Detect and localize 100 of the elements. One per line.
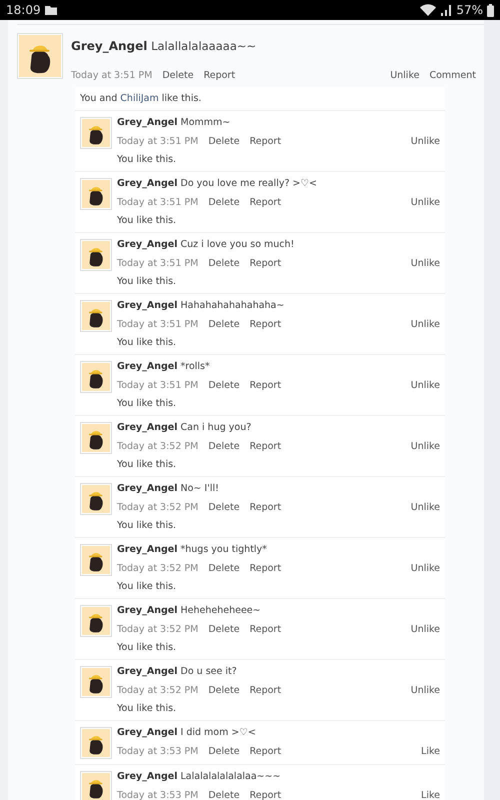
author-link[interactable]: Grey_Angel [117,422,178,433]
action-link[interactable]: Report [250,136,282,148]
action-link[interactable]: Unlike [390,70,420,81]
timestamp[interactable]: Today at 3:52 PM [117,563,198,575]
author-link[interactable]: Grey_Angel [117,178,178,189]
avatar [80,422,112,454]
comment-text: Heheheheheee~ [180,605,261,616]
avatar [80,239,112,271]
action-link[interactable]: Report [250,685,282,697]
action-link[interactable]: Delete [208,746,240,758]
avatar [80,483,112,515]
like-link[interactable]: Unlike [410,685,440,697]
action-link[interactable]: Delete [208,136,240,148]
avatar [80,361,112,393]
likes-text: You like this. [117,581,178,593]
action-link[interactable]: Report [250,502,282,514]
folder-icon [44,5,57,15]
action-link[interactable]: Report [250,380,282,392]
user-link[interactable]: ChiliJam [120,93,159,104]
likes-text: You like this. [117,337,178,349]
action-link[interactable]: Report [250,319,282,331]
like-link[interactable]: Unlike [410,197,440,209]
comment-text: Do u see it? [180,666,237,677]
timestamp[interactable]: Today at 3:53 PM [117,790,198,800]
likes-text: You like this. [117,276,178,288]
action-link[interactable]: Delete [208,380,240,392]
comment-text: Hahahahahahahaha~ [180,300,284,311]
action-link[interactable]: Delete [208,258,240,270]
author-link[interactable]: Grey_Angel [71,39,148,53]
avatar [80,544,112,576]
timestamp[interactable]: Today at 3:53 PM [117,746,198,758]
author-link[interactable]: Grey_Angel [117,544,178,555]
action-link[interactable]: Delete [208,197,240,209]
action-link[interactable]: Delete [208,685,240,697]
comment-text: No~ I'll! [180,483,219,494]
clock: 18:09 [6,3,41,17]
like-link[interactable]: Unlike [410,319,440,331]
likes-text: You like this. [117,642,178,654]
wifi-icon [420,4,436,16]
like-link[interactable]: Like [421,790,440,800]
action-link[interactable]: Delete [208,319,240,331]
action-link[interactable]: Delete [208,563,240,575]
like-link[interactable]: Unlike [410,502,440,514]
action-link[interactable]: Report [250,563,282,575]
like-link[interactable]: Unlike [410,441,440,453]
timestamp[interactable]: Today at 3:51 PM [117,258,198,270]
avatar [17,33,63,79]
action-link[interactable]: Report [250,258,282,270]
author-link[interactable]: Grey_Angel [117,300,178,311]
timestamp[interactable]: Today at 3:52 PM [117,685,198,697]
comment-text: Can i hug you? [180,422,252,433]
author-link[interactable]: Grey_Angel [117,771,178,782]
timestamp[interactable]: Today at 3:52 PM [117,441,198,453]
post-text: Lalallalalaaaaa~~ [151,39,256,53]
timestamp[interactable]: Today at 3:52 PM [117,624,198,636]
likes-text: You like this. [117,215,178,227]
likes-text: You like this. [117,459,178,471]
like-link[interactable]: Unlike [410,258,440,270]
action-link[interactable]: Comment [429,70,476,81]
author-link[interactable]: Grey_Angel [117,605,178,616]
author-link[interactable]: Grey_Angel [117,483,178,494]
author-link[interactable]: Grey_Angel [117,666,178,677]
likes-text: You like this. [117,398,178,410]
like-link[interactable]: Unlike [410,136,440,148]
timestamp[interactable]: Today at 3:51 PM [117,380,198,392]
author-link[interactable]: Grey_Angel [117,239,178,250]
comment-text: Mommm~ [180,117,230,128]
action-link[interactable]: Report [250,197,282,209]
avatar [80,178,112,210]
action-link[interactable]: Delete [208,441,240,453]
like-link[interactable]: Like [421,746,440,758]
author-link[interactable]: Grey_Angel [117,361,178,372]
author-link[interactable]: Grey_Angel [117,117,178,128]
avatar [80,666,112,698]
likes-text: You like this. [117,703,178,715]
author-link[interactable]: Grey_Angel [117,727,178,738]
action-link[interactable]: Report [250,441,282,453]
action-link[interactable]: Delete [208,502,240,514]
action-link[interactable]: Report [250,746,282,758]
action-link[interactable]: Report [204,70,236,81]
comment-text: *rolls* [180,361,210,372]
avatar [80,300,112,332]
timestamp[interactable]: Today at 3:51 PM [117,136,198,148]
action-link[interactable]: Delete [208,790,240,800]
action-link[interactable]: Report [250,624,282,636]
like-link[interactable]: Unlike [410,380,440,392]
battery-icon [487,4,494,16]
action-link[interactable]: Delete [208,624,240,636]
action-link[interactable]: Delete [162,70,194,81]
action-link[interactable]: Report [250,790,282,800]
timestamp[interactable]: Today at 3:52 PM [117,502,198,514]
likes-summary: You and ChiliJam like this. [75,87,445,111]
like-link[interactable]: Unlike [410,563,440,575]
timestamp[interactable]: Today at 3:51 PM [117,197,198,209]
comment-text: Do you love me really? >♡< [180,178,317,189]
timestamp[interactable]: Today at 3:51 PM [117,319,198,331]
likes-text: You like this. [117,154,178,166]
avatar [80,117,112,149]
like-link[interactable]: Unlike [410,624,440,636]
likes-text: You like this. [117,520,178,532]
